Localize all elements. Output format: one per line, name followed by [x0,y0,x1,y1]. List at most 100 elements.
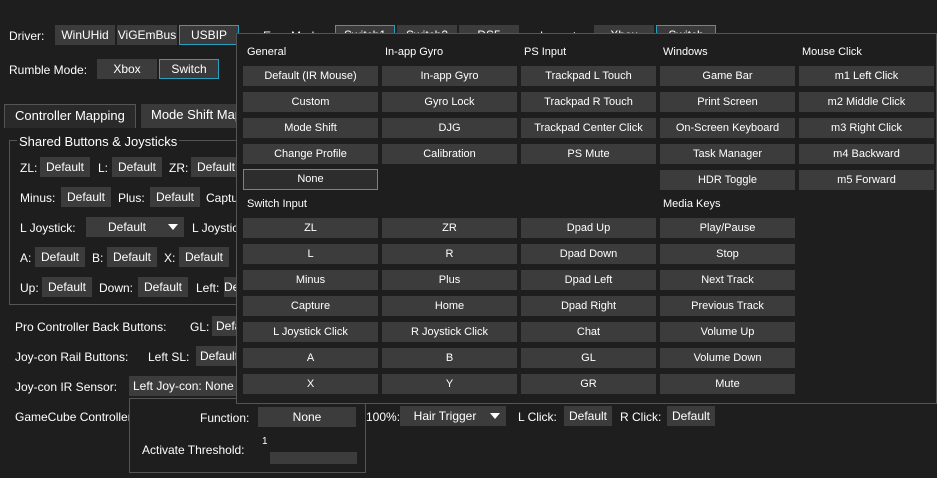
joycon-ir-value-button[interactable]: Left Joy-con: None [129,376,238,396]
a-label: A: [20,251,32,265]
rumble-switch-button[interactable]: Switch [159,59,219,79]
threshold-slider[interactable] [270,452,357,464]
l-joystick-label: L Joystick: [20,221,76,235]
option-trackpad-l-touch[interactable]: Trackpad L Touch [521,66,656,86]
left-sl-value-button[interactable]: Default [196,346,238,366]
driver-usbip-button[interactable]: USBIP [179,25,239,45]
option-gyro-lock[interactable]: Gyro Lock [382,92,517,112]
function-label: Function: [200,411,250,425]
option-game-bar[interactable]: Game Bar [660,66,795,86]
option-gr[interactable]: GR [521,374,656,394]
option-ps-mute[interactable]: PS Mute [521,144,656,164]
gamecube-label: GameCube Controller [15,410,132,424]
r-click-value-button[interactable]: Default [667,406,715,426]
zr-value-button[interactable]: Default [191,157,241,177]
down-label: Down: [99,281,134,295]
l-joystick-dropdown[interactable]: Default [86,217,184,237]
option-capture[interactable]: Capture [243,296,378,316]
option-hdr-toggle[interactable]: HDR Toggle [660,170,795,190]
trigger-percent-label: 100%: [366,410,401,424]
option-change-profile[interactable]: Change Profile [243,144,378,164]
option-none[interactable]: None [243,169,378,190]
option-in-app-gyro[interactable]: In-app Gyro [382,66,517,86]
joycon-ir-label: Joy-con IR Sensor: [15,380,118,394]
trigger-mode-dropdown[interactable]: Hair Trigger [400,406,506,426]
option-mode-shift[interactable]: Mode Shift [243,118,378,138]
down-value-button[interactable]: Default [138,277,188,297]
option-trackpad-center-click[interactable]: Trackpad Center Click [521,118,656,138]
chevron-down-icon [490,413,500,419]
option-default-ir-mouse[interactable]: Default (IR Mouse) [243,66,378,86]
option-trackpad-r-touch[interactable]: Trackpad R Touch [521,92,656,112]
x-value-button[interactable]: Default [179,247,229,267]
activate-threshold-label: Activate Threshold: [142,443,245,457]
option-l-joystick-click[interactable]: L Joystick Click [243,322,378,342]
option-print-screen[interactable]: Print Screen [660,92,795,112]
a-value-button[interactable]: Default [35,247,85,267]
option-stop[interactable]: Stop [660,244,795,264]
driver-winuhid-button[interactable]: WinUHid [55,25,115,45]
gl-label: GL: [190,320,210,334]
option-home[interactable]: Home [382,296,517,316]
b-value-button[interactable]: Default [107,247,157,267]
option-custom[interactable]: Custom [243,92,378,112]
plus-value-button[interactable]: Default [150,187,200,207]
rumble-xbox-button[interactable]: Xbox [97,59,157,79]
gl-value-button[interactable]: Default [212,316,238,336]
option-on-screen-keyboard[interactable]: On-Screen Keyboard [660,118,795,138]
option-zr[interactable]: ZR [382,218,517,238]
l-click-value-button[interactable]: Default [564,406,612,426]
option-minus[interactable]: Minus [243,270,378,290]
option-djg[interactable]: DJG [382,118,517,138]
option-play-pause[interactable]: Play/Pause [660,218,795,238]
option-l[interactable]: L [243,244,378,264]
option-b[interactable]: B [382,348,517,368]
option-gl[interactable]: GL [521,348,656,368]
up-label: Up: [20,281,39,295]
option-m1-left-click[interactable]: m1 Left Click [799,66,934,86]
option-r-joystick-click[interactable]: R Joystick Click [382,322,517,342]
option-dpad-down[interactable]: Dpad Down [521,244,656,264]
option-m3-right-click[interactable]: m3 Right Click [799,118,934,138]
option-m4-backward[interactable]: m4 Backward [799,144,934,164]
option-x[interactable]: X [243,374,378,394]
option-m5-forward[interactable]: m5 Forward [799,170,934,190]
option-volume-up[interactable]: Volume Up [660,322,795,342]
option-r[interactable]: R [382,244,517,264]
l-label: L: [98,161,109,175]
tab-controller-mapping[interactable]: Controller Mapping [4,104,136,128]
zl-label: ZL: [20,161,38,175]
option-mute[interactable]: Mute [660,374,795,394]
minus-value-button[interactable]: Default [61,187,111,207]
option-dpad-up[interactable]: Dpad Up [521,218,656,238]
x-label: X: [164,251,176,265]
media-keys-header: Media Keys [663,198,721,210]
option-dpad-left[interactable]: Dpad Left [521,270,656,290]
option-dpad-right[interactable]: Dpad Right [521,296,656,316]
option-previous-track[interactable]: Previous Track [660,296,795,316]
driver-vigembus-button[interactable]: ViGEmBus [117,25,177,45]
mouse-click-header: Mouse Click [802,46,862,58]
option-next-track[interactable]: Next Track [660,270,795,290]
option-plus[interactable]: Plus [382,270,517,290]
option-m2-middle-click[interactable]: m2 Middle Click [799,92,934,112]
option-calibration[interactable]: Calibration [382,144,517,164]
up-value-button[interactable]: Default [42,277,92,297]
option-volume-down[interactable]: Volume Down [660,348,795,368]
l-click-label: L Click: [518,410,557,424]
zl-value-button[interactable]: Default [40,157,90,177]
option-task-manager[interactable]: Task Manager [660,144,795,164]
r-click-label: R Click: [620,410,662,424]
option-y[interactable]: Y [382,374,517,394]
l-joystick-value: Default [107,220,147,234]
option-zl[interactable]: ZL [243,218,378,238]
l-value-button[interactable]: Default [112,157,162,177]
minus-label: Minus: [20,191,56,205]
windows-header: Windows [663,46,708,58]
function-value-button[interactable]: None [258,407,356,427]
chevron-down-icon [168,224,178,230]
option-chat[interactable]: Chat [521,322,656,342]
function-panel: Function: None Activate Threshold: 1 [129,398,366,473]
option-a[interactable]: A [243,348,378,368]
driver-label: Driver: [9,29,45,43]
